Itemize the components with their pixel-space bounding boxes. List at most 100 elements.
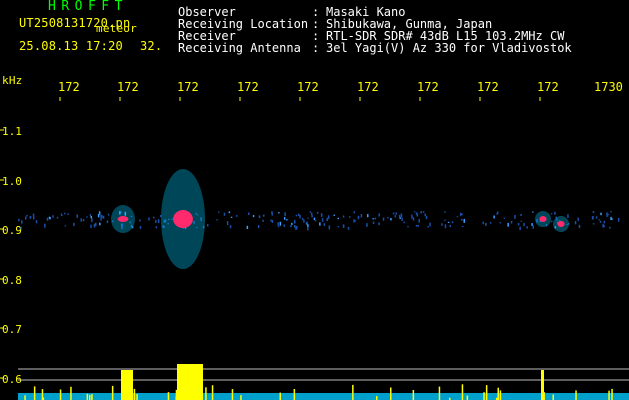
noise-speck xyxy=(277,225,280,228)
noise-speck xyxy=(102,215,105,219)
noise-speck xyxy=(48,216,51,219)
noise-speck xyxy=(461,218,463,221)
noise-speck xyxy=(90,224,92,229)
x-tick-label: 172 xyxy=(357,80,379,94)
noise-speck xyxy=(460,212,462,217)
noise-speck xyxy=(207,224,209,227)
meteor-echoes xyxy=(111,169,569,270)
noise-speck xyxy=(80,218,82,222)
trace-spike xyxy=(352,384,354,400)
noise-speck xyxy=(337,226,339,228)
noise-speck xyxy=(523,223,525,227)
noise-speck xyxy=(299,215,301,219)
noise-speck xyxy=(320,213,323,217)
noise-speck xyxy=(354,220,357,222)
noise-speck xyxy=(403,221,405,224)
meteor-echo xyxy=(111,205,135,234)
noise-speck xyxy=(284,212,286,217)
noise-speck xyxy=(100,217,102,221)
noise-speck xyxy=(342,224,345,227)
noise-speck xyxy=(93,223,96,228)
trace-spike xyxy=(211,385,214,400)
noise-speck xyxy=(357,215,360,220)
trace-spike xyxy=(293,389,296,400)
x-tick-label: 172 xyxy=(417,80,439,94)
noise-speck xyxy=(411,214,413,219)
noise-speck xyxy=(609,226,611,229)
noise-speck xyxy=(577,217,579,221)
noise-speck xyxy=(378,222,380,226)
noise-speck xyxy=(291,222,293,225)
noise-speck xyxy=(418,219,420,223)
noise-speck xyxy=(301,218,304,221)
file-tag: meteor xyxy=(96,22,137,35)
noise-speck xyxy=(449,225,451,228)
noise-speck xyxy=(295,214,298,217)
trace-peak xyxy=(121,370,133,400)
noise-speck xyxy=(482,221,484,225)
noise-speck xyxy=(532,211,534,213)
noise-speck xyxy=(420,211,422,214)
noise-speck xyxy=(226,222,229,225)
noise-speck xyxy=(606,212,608,216)
noise-speck xyxy=(599,220,602,223)
noise-speck xyxy=(246,225,249,230)
trace-spike xyxy=(91,394,93,400)
noise-speck xyxy=(493,215,495,219)
trace-spike xyxy=(466,395,469,400)
noise-speck xyxy=(257,225,260,229)
noise-speck xyxy=(416,213,419,217)
noise-speck xyxy=(461,213,463,216)
noise-speck xyxy=(32,213,35,217)
noise-speck xyxy=(366,223,368,227)
noise-speck xyxy=(283,217,286,220)
noise-speck xyxy=(461,226,464,228)
trace-spike xyxy=(24,395,26,400)
trace-spike xyxy=(485,385,488,400)
x-tick-label: 172 xyxy=(537,80,559,94)
noise-speck xyxy=(139,226,142,229)
noise-speck xyxy=(314,220,317,222)
noise-speck xyxy=(412,217,415,221)
noise-speck xyxy=(76,214,78,218)
trace-spike xyxy=(575,390,577,400)
noise-speck xyxy=(398,214,401,219)
noise-speck xyxy=(347,226,350,230)
noise-speck xyxy=(551,220,553,223)
noise-speck xyxy=(313,217,316,221)
noise-speck xyxy=(503,217,506,219)
noise-speck xyxy=(323,223,326,226)
meteor-echo xyxy=(535,211,551,228)
noise-speck xyxy=(390,218,392,221)
noise-speck xyxy=(415,225,418,227)
trace-spike xyxy=(205,387,207,400)
noise-speck xyxy=(307,224,309,227)
y-axis-unit-label: kHz xyxy=(2,74,23,87)
noise-speck xyxy=(520,220,523,222)
noise-speck xyxy=(61,214,63,217)
noise-speck xyxy=(286,219,288,221)
noise-speck xyxy=(35,220,38,224)
noise-speck xyxy=(591,216,594,220)
y-tick-marks xyxy=(0,129,4,379)
noise-speck xyxy=(395,212,397,215)
meteor-echo xyxy=(553,216,569,233)
noise-speck xyxy=(290,224,292,228)
noise-speck xyxy=(374,217,377,220)
noise-speck xyxy=(18,218,20,222)
noise-speck xyxy=(252,215,255,218)
noise-speck xyxy=(489,222,492,224)
noise-speck xyxy=(99,222,101,226)
trace-spike xyxy=(552,394,554,400)
noise-speck xyxy=(532,225,534,229)
trace-spike xyxy=(279,392,281,400)
noise-speck xyxy=(298,213,300,217)
noise-speck xyxy=(25,216,27,220)
noise-speck xyxy=(456,216,459,218)
noise-speck xyxy=(86,216,88,218)
noise-speck xyxy=(507,222,509,227)
noise-speck xyxy=(228,211,231,214)
noise-speck xyxy=(617,217,620,222)
noise-speck xyxy=(499,222,502,224)
noise-speck xyxy=(372,218,374,220)
